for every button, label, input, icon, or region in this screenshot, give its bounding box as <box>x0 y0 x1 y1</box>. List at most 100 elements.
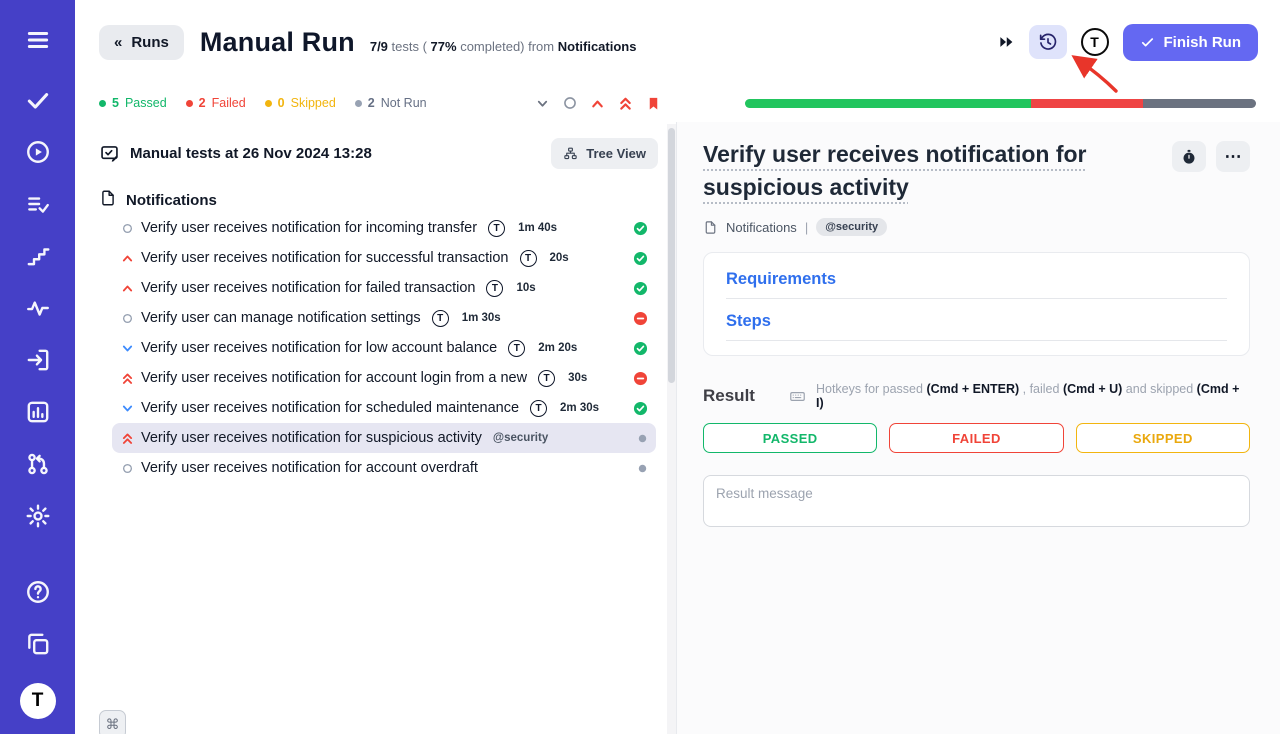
hotkeys-hint: Hotkeys for passed (Cmd + ENTER) , faile… <box>816 382 1250 410</box>
pulse-icon[interactable] <box>25 295 51 321</box>
tests-percent: 77% <box>431 39 457 54</box>
back-to-runs-button[interactable]: « Runs <box>99 25 184 60</box>
test-status <box>633 401 648 416</box>
detail-header: Verify user receives notification for su… <box>703 138 1250 204</box>
play-circle-icon[interactable] <box>25 139 51 165</box>
tree-view-button[interactable]: Tree View <box>551 138 658 169</box>
tag-badge: @security <box>816 218 887 236</box>
passed-dot <box>99 100 106 107</box>
tree-icon <box>563 146 578 161</box>
scrollbar-thumb[interactable] <box>668 128 675 383</box>
suite-file-icon <box>99 189 117 211</box>
mark-skipped-button[interactable]: SKIPPED <box>1076 423 1250 453</box>
mark-failed-button[interactable]: FAILED <box>889 423 1063 453</box>
result-message-input[interactable] <box>703 475 1250 527</box>
page-title: Manual Run <box>200 27 355 58</box>
test-list-icon[interactable] <box>25 191 51 217</box>
progress-segment-failed <box>1031 99 1144 108</box>
test-row[interactable]: Verify user receives notification for lo… <box>112 333 656 363</box>
menu-icon[interactable] <box>25 27 51 53</box>
test-row[interactable]: Verify user can manage notification sett… <box>112 303 656 333</box>
tests-fraction: 7/9 <box>370 39 388 54</box>
copy-icon[interactable] <box>25 631 51 657</box>
test-title: Verify user receives notification for in… <box>141 220 477 236</box>
branch-icon[interactable] <box>25 451 51 477</box>
skipped-dot <box>265 100 272 107</box>
breadcrumb-divider: | <box>805 220 808 235</box>
run-history-button[interactable] <box>1029 25 1067 59</box>
result-buttons: PASSED FAILED SKIPPED <box>703 423 1250 453</box>
stopwatch-icon <box>1180 148 1198 166</box>
status-failed-icon <box>633 371 648 386</box>
failed-dot <box>186 100 193 107</box>
steps-section-link[interactable]: Steps <box>726 299 1227 341</box>
test-row[interactable]: Verify user receives notification for su… <box>112 423 656 453</box>
test-title: Verify user receives notification for lo… <box>141 340 497 356</box>
suite-row[interactable]: Notifications <box>99 187 656 213</box>
suite-name: Notifications <box>558 39 637 54</box>
requirements-section-link[interactable]: Requirements <box>726 257 1227 299</box>
stopwatch-button[interactable] <box>1172 141 1206 172</box>
run-progress-bar <box>745 99 1256 108</box>
keyboard-icon <box>789 388 806 405</box>
priority-critical-filter-icon[interactable] <box>618 96 633 111</box>
test-status <box>633 311 648 326</box>
breadcrumb-suite[interactable]: Notifications <box>726 220 797 235</box>
stairs-icon[interactable] <box>25 243 51 269</box>
priority-normal-icon <box>121 313 134 324</box>
failed-stat: 2Failed <box>186 96 246 110</box>
status-row: 5Passed 2Failed 0Skipped 2Not Run <box>75 84 1280 122</box>
priority-low-icon <box>121 402 134 415</box>
priority-filters <box>535 96 661 111</box>
scrollbar-track[interactable] <box>667 124 676 734</box>
check-icon[interactable] <box>25 87 51 113</box>
finish-run-label: Finish Run <box>1164 34 1242 51</box>
test-duration: 20s <box>550 252 569 264</box>
test-type-icon: T <box>488 220 505 237</box>
passed-stat: 5Passed <box>99 96 167 110</box>
status-passed-icon <box>633 221 648 236</box>
status-notrun-icon <box>637 463 648 474</box>
test-row[interactable]: Verify user receives notification for fa… <box>112 273 656 303</box>
test-duration: 30s <box>568 372 587 384</box>
test-row[interactable]: Verify user receives notification for sc… <box>112 393 656 423</box>
test-title: Verify user receives notification for ac… <box>141 460 478 476</box>
status-passed-icon <box>633 401 648 416</box>
priority-high-icon <box>121 282 134 295</box>
back-chevron-icon: « <box>114 34 122 51</box>
priority-high-filter-icon[interactable] <box>590 96 605 111</box>
bookmark-icon[interactable] <box>646 96 661 111</box>
priority-normal-filter-icon[interactable] <box>563 96 577 110</box>
test-duration: 1m 40s <box>518 222 557 234</box>
test-status <box>633 341 648 356</box>
help-icon[interactable] <box>25 579 51 605</box>
priority-high-icon <box>121 252 134 265</box>
title-group: Manual Run 7/9 tests ( 77% completed) fr… <box>200 27 637 58</box>
status-failed-icon <box>633 311 648 326</box>
notrun-stat: 2Not Run <box>355 96 427 110</box>
chart-icon[interactable] <box>25 399 51 425</box>
test-row[interactable]: Verify user receives notification for in… <box>112 213 656 243</box>
test-tree: Notifications Verify user receives notif… <box>99 187 676 734</box>
test-row[interactable]: Verify user receives notification for ac… <box>112 363 656 393</box>
test-row[interactable]: Verify user receives notification for su… <box>112 243 656 273</box>
chevron-down-icon[interactable] <box>535 96 550 111</box>
progress-segment-notrun <box>1143 99 1256 108</box>
test-row[interactable]: Verify user receives notification for ac… <box>112 453 656 483</box>
gear-icon[interactable] <box>25 503 51 529</box>
fast-forward-icon[interactable] <box>997 33 1015 51</box>
test-type-icon: T <box>538 370 555 387</box>
breadcrumb: Notifications | @security <box>703 218 1250 236</box>
run-subtitle: 7/9 tests ( 77% completed) from Notifica… <box>370 39 637 54</box>
status-notrun-icon <box>637 433 648 444</box>
more-options-button[interactable]: ⋯ <box>1216 141 1250 172</box>
test-status <box>633 221 648 236</box>
test-detail-pane: Verify user receives notification for su… <box>676 122 1280 734</box>
status-passed-icon <box>633 341 648 356</box>
mark-passed-button[interactable]: PASSED <box>703 423 877 453</box>
import-icon[interactable] <box>25 347 51 373</box>
command-key-button[interactable]: ⌘ <box>99 710 126 734</box>
runs-button-label: Runs <box>131 34 169 51</box>
finish-run-button[interactable]: Finish Run <box>1123 24 1259 61</box>
test-detail-title[interactable]: Verify user receives notification for su… <box>703 138 1160 204</box>
